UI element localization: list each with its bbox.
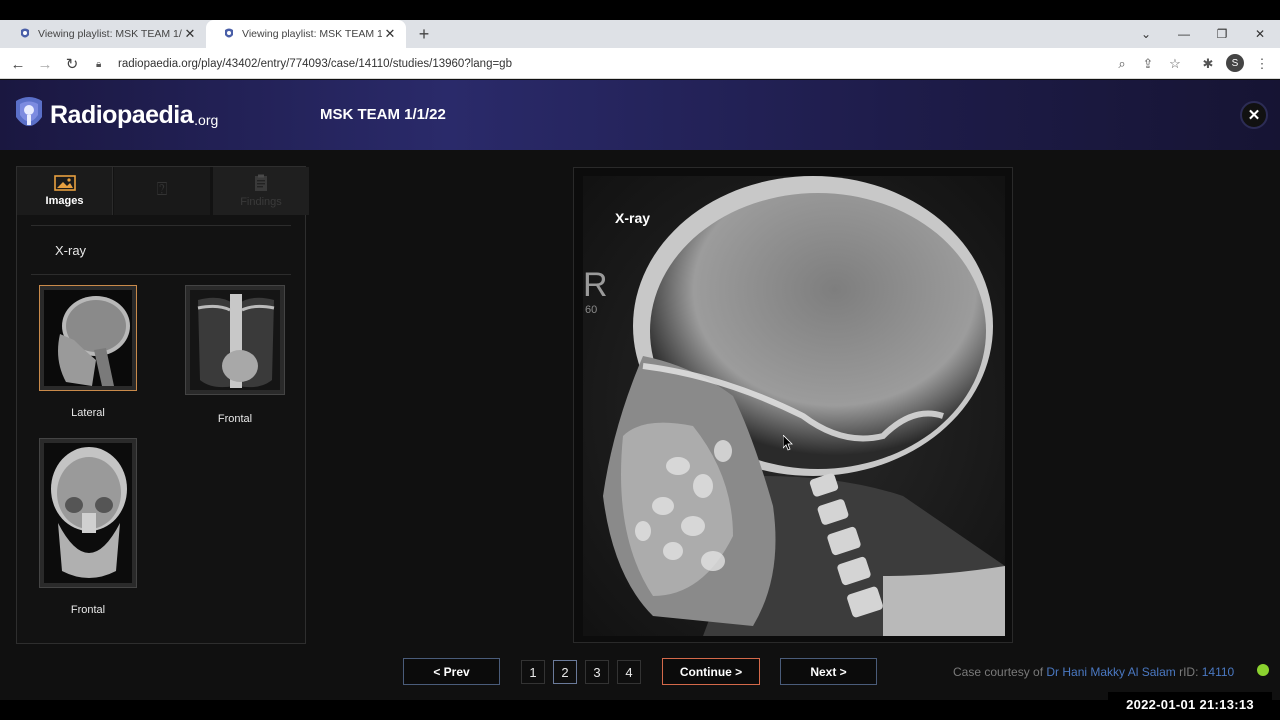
xray-thumbnail-image bbox=[44, 443, 132, 583]
browser-tab-2[interactable]: Viewing playlist: MSK TEAM 1/1/ ✕ bbox=[206, 20, 406, 48]
playlist-title: MSK TEAM 1/1/22 bbox=[320, 106, 446, 123]
mouse-cursor-icon bbox=[783, 435, 793, 451]
new-tab-icon[interactable]: + bbox=[414, 20, 434, 48]
side-marker-letter: R bbox=[583, 266, 608, 304]
modality-heading: X-ray bbox=[55, 243, 87, 258]
url-text: radiopaedia.org/play/43402/entry/774093/… bbox=[118, 58, 512, 70]
divider bbox=[31, 274, 291, 275]
minimize-icon[interactable]: — bbox=[1165, 20, 1203, 48]
author-link[interactable]: Dr Hani Makky Al Salam bbox=[1046, 665, 1175, 679]
thumbnail-frontal-skull[interactable] bbox=[39, 438, 137, 588]
restore-icon[interactable]: ❐ bbox=[1203, 20, 1241, 48]
xray-thumbnail-image bbox=[190, 290, 280, 390]
next-button[interactable]: Next > bbox=[780, 658, 877, 685]
thumbnail-caption: Lateral bbox=[71, 407, 105, 419]
video-timestamp: 2022-01-01 21:13:13 bbox=[1108, 692, 1272, 716]
back-arrow-icon[interactable]: ← bbox=[7, 53, 29, 75]
close-icon[interactable]: ✕ bbox=[182, 26, 198, 42]
top-letterbox bbox=[0, 0, 1280, 20]
divider bbox=[31, 225, 291, 226]
side-marker-number: 60 bbox=[585, 304, 597, 316]
menu-dots-icon[interactable]: ⋮ bbox=[1252, 54, 1272, 74]
radiopaedia-favicon-icon bbox=[18, 27, 32, 41]
screen: Viewing playlist: MSK TEAM 1/1/ ✕ Viewin… bbox=[0, 0, 1280, 720]
brand-name: Radiopaedia bbox=[50, 100, 194, 129]
continue-button[interactable]: Continue > bbox=[662, 658, 760, 685]
thumbnail-frontal-chest[interactable] bbox=[185, 285, 285, 395]
modality-label: X-ray bbox=[615, 210, 651, 226]
share-icon[interactable]: ⇪ bbox=[1138, 54, 1158, 74]
tab-questions[interactable]: ⍰ bbox=[114, 167, 210, 215]
xray-thumbnail-image bbox=[44, 290, 132, 386]
tab-images[interactable]: Images bbox=[17, 167, 113, 215]
reload-icon[interactable]: ↻ bbox=[61, 53, 83, 75]
lock-icon: 🔒︎ bbox=[96, 58, 102, 70]
browser-tab-bar: Viewing playlist: MSK TEAM 1/1/ ✕ Viewin… bbox=[0, 20, 1280, 48]
radiopaedia-favicon-icon bbox=[222, 27, 236, 41]
tab-title: Viewing playlist: MSK TEAM 1/1/ bbox=[242, 28, 382, 40]
page-button-4[interactable]: 4 bbox=[617, 660, 641, 684]
browser-tab-1[interactable]: Viewing playlist: MSK TEAM 1/1/ ✕ bbox=[2, 20, 206, 48]
image-icon bbox=[53, 175, 76, 191]
thumbnail-caption: Frontal bbox=[70, 604, 106, 616]
radiopaedia-logo[interactable]: Radiopaedia .org bbox=[12, 95, 218, 135]
clipboard-icon bbox=[255, 174, 267, 191]
case-courtesy: Case courtesy of Dr Hani Makky Al Salam … bbox=[953, 665, 1234, 679]
page-button-3[interactable]: 3 bbox=[585, 660, 609, 684]
address-bar[interactable]: 🔒︎ radiopaedia.org/play/43402/entry/7740… bbox=[96, 53, 1136, 75]
prev-button[interactable]: < Prev bbox=[403, 658, 500, 685]
bottom-letterbox bbox=[0, 700, 1280, 720]
rid-prefix: rID: bbox=[1175, 665, 1202, 679]
tab-label: Findings bbox=[240, 196, 282, 208]
courtesy-prefix: Case courtesy of bbox=[953, 665, 1047, 679]
page-button-1[interactable]: 1 bbox=[521, 660, 545, 684]
lateral-skull-xray: R 60 bbox=[583, 176, 1005, 636]
radiopaedia-logo-icon bbox=[16, 97, 42, 126]
tab-search-chevron-icon[interactable]: ⌄ bbox=[1127, 20, 1165, 48]
rid-link[interactable]: 14110 bbox=[1202, 665, 1234, 679]
zoom-icon[interactable]: ⌕ bbox=[1112, 54, 1132, 74]
xray-main-image[interactable]: R 60 X-ray bbox=[583, 176, 1005, 636]
extensions-puzzle-icon[interactable]: ✱ bbox=[1198, 54, 1218, 74]
forward-arrow-icon[interactable]: → bbox=[34, 53, 56, 75]
tab-findings[interactable]: Findings bbox=[213, 167, 309, 215]
profile-avatar[interactable]: S bbox=[1226, 54, 1244, 72]
site-header: Radiopaedia .org MSK TEAM 1/1/22 ✕ bbox=[0, 80, 1280, 150]
thumbnail-caption: Frontal bbox=[217, 413, 253, 425]
page-button-2[interactable]: 2 bbox=[553, 660, 577, 684]
thumbnail-lateral[interactable] bbox=[39, 285, 137, 391]
bookmark-star-icon[interactable]: ☆ bbox=[1165, 54, 1185, 74]
question-icon: ⍰ bbox=[156, 178, 168, 199]
brand-tld: .org bbox=[194, 112, 219, 128]
tab-label: Images bbox=[45, 195, 84, 207]
image-viewer[interactable]: R 60 X-ray bbox=[573, 167, 1013, 643]
close-icon[interactable]: ✕ bbox=[382, 26, 398, 42]
window-close-icon[interactable]: ✕ bbox=[1241, 20, 1279, 48]
status-dot bbox=[1257, 664, 1269, 676]
close-viewer-button[interactable]: ✕ bbox=[1240, 101, 1268, 129]
tab-title: Viewing playlist: MSK TEAM 1/1/ bbox=[38, 28, 182, 40]
browser-toolbar: ← → ↻ 🔒︎ radiopaedia.org/play/43402/entr… bbox=[0, 48, 1280, 79]
case-sidebar: Images ⍰ Findings X-ray Lateral Frontal … bbox=[16, 166, 309, 644]
